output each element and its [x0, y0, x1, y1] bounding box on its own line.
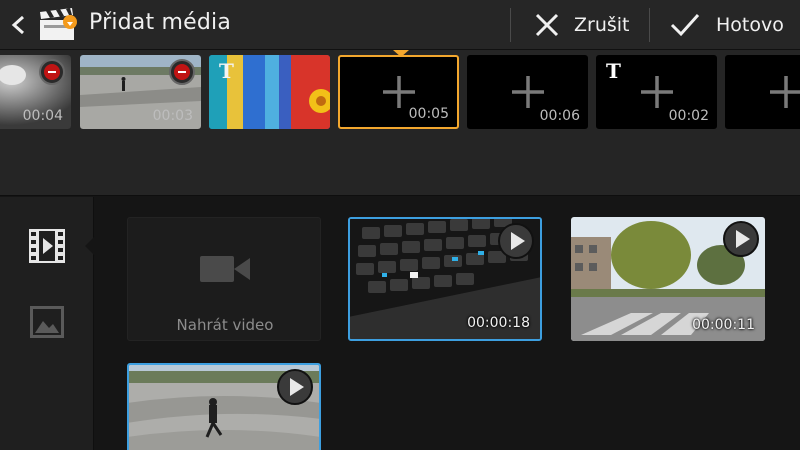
remove-clip-button[interactable] — [39, 59, 65, 85]
clip-duration: 00:03 — [152, 108, 193, 124]
clip-duration: 00:05 — [408, 106, 449, 122]
record-video-button[interactable]: Nahrát video — [127, 217, 321, 341]
text-overlay-icon: T — [219, 59, 234, 83]
film-icon — [29, 229, 65, 263]
remove-clip-button[interactable] — [169, 59, 195, 85]
chevron-left-icon — [11, 15, 24, 35]
plus-icon — [511, 76, 544, 108]
clip-duration: 00:04 — [22, 108, 63, 124]
cancel-button[interactable]: Zrušit — [514, 0, 648, 50]
plus-icon — [640, 76, 673, 108]
media-picker-screen: Přidat média Zrušit Hotovo 00:04 00:03 T… — [0, 0, 800, 450]
record-video-label: Nahrát video — [176, 316, 274, 334]
text-overlay-icon: T — [606, 59, 621, 83]
video-thumbnail[interactable] — [127, 363, 321, 450]
play-icon[interactable] — [723, 221, 759, 257]
cancel-label: Zrušit — [574, 14, 630, 36]
done-button[interactable]: Hotovo — [652, 0, 800, 50]
play-icon[interactable] — [277, 369, 313, 405]
timeline-empty-slot[interactable] — [725, 55, 800, 129]
done-label: Hotovo — [716, 14, 784, 36]
video-camera-icon — [200, 256, 250, 282]
video-duration: 00:00:11 — [692, 317, 755, 333]
video-thumbnail[interactable]: 00:00:18 — [348, 217, 542, 341]
action-divider — [649, 8, 650, 42]
timeline-empty-slot-selected[interactable]: 00:05 — [338, 55, 459, 129]
nav-images-tab[interactable] — [25, 300, 69, 344]
video-thumbnail[interactable]: 00:00:11 — [571, 217, 765, 341]
video-editor-app-icon — [40, 8, 77, 40]
action-bar: Přidat média Zrušit Hotovo — [0, 0, 800, 50]
image-icon — [30, 306, 64, 338]
clip-duration: 00:02 — [668, 108, 709, 124]
clip-duration: 00:06 — [539, 108, 580, 124]
checkmark-icon — [670, 13, 700, 37]
plus-icon — [769, 76, 800, 108]
active-tab-indicator — [85, 236, 95, 256]
video-duration: 00:00:18 — [467, 315, 530, 331]
media-type-sidebar — [0, 197, 94, 450]
action-divider — [510, 8, 511, 42]
back-button[interactable] — [0, 0, 86, 50]
page-title: Přidat média — [89, 10, 232, 35]
close-icon — [535, 13, 559, 37]
timeline-clip[interactable]: T — [209, 55, 330, 129]
nav-videos-tab[interactable] — [25, 224, 69, 268]
selection-indicator — [393, 50, 409, 57]
play-icon[interactable] — [498, 223, 534, 259]
timeline-strip[interactable]: 00:04 00:03 T 00:05 00:06 T 00:02 — [0, 50, 800, 196]
plus-icon — [382, 76, 415, 108]
media-grid: Nahrát video 00:00:18 00:00:11 — [95, 197, 800, 450]
timeline-clip[interactable]: 00:03 — [80, 55, 201, 129]
timeline-empty-slot[interactable]: 00:06 — [467, 55, 588, 129]
timeline-clip[interactable]: 00:04 — [0, 55, 71, 129]
timeline-empty-slot[interactable]: T 00:02 — [596, 55, 717, 129]
